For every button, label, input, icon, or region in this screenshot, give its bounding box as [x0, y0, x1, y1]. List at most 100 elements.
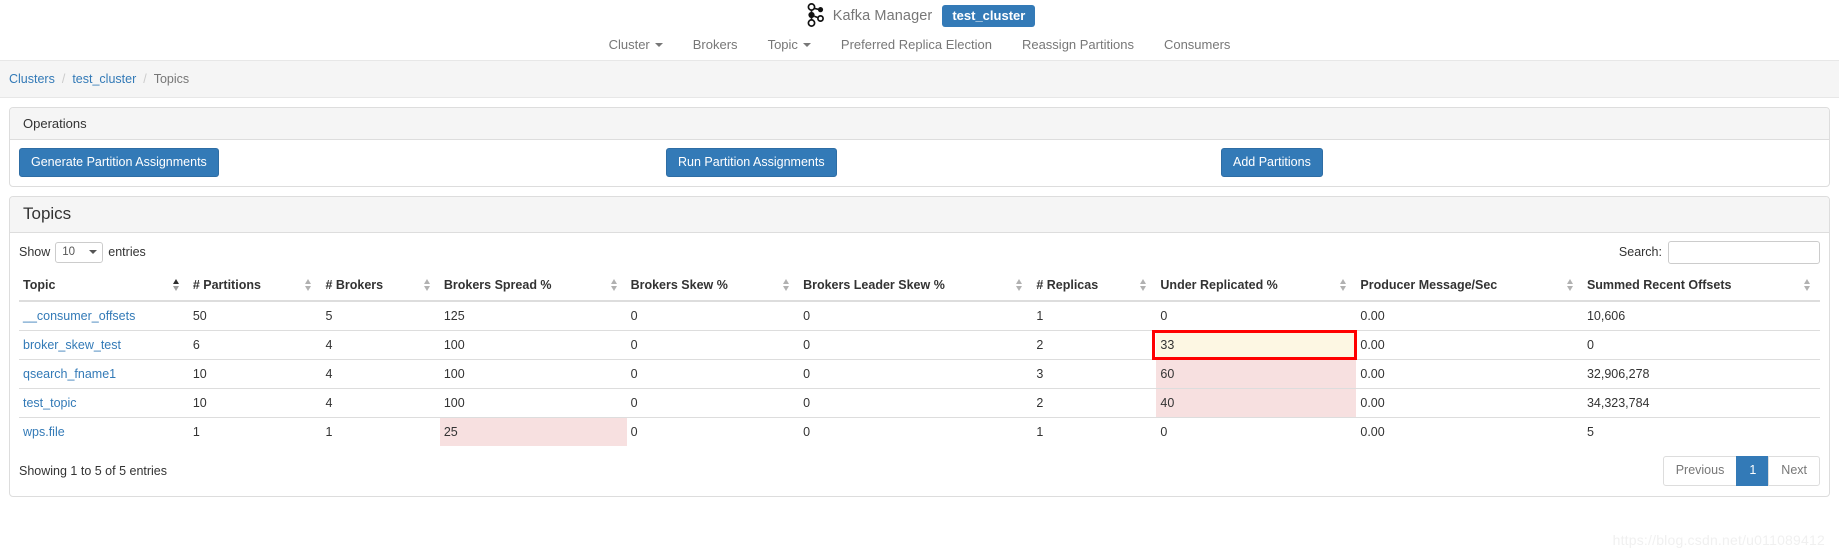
- cell-summed-recent-offsets: 10,606: [1586, 308, 1626, 323]
- nav-item-consumers[interactable]: Consumers: [1149, 33, 1245, 56]
- cell-brokers-leader-skew: 0: [799, 387, 1033, 418]
- chevron-down-icon: [802, 43, 811, 47]
- cell-partitions: 10: [188, 387, 322, 418]
- table-info-text: Showing 1 to 5 of 5 entries: [19, 463, 168, 478]
- cell-replicas: 1: [1036, 308, 1044, 323]
- topic-link[interactable]: qsearch_fname1: [23, 367, 116, 381]
- nav-item-cluster[interactable]: Cluster: [594, 33, 678, 56]
- topic-link[interactable]: test_topic: [23, 396, 77, 410]
- nav-label-topic: Topic: [767, 36, 798, 52]
- breadcrumb-item-clusters[interactable]: Clusters: [9, 72, 55, 86]
- column-header-brokers[interactable]: # Brokers: [321, 270, 440, 302]
- sort-icon: [423, 278, 432, 291]
- search-input[interactable]: [1668, 240, 1820, 264]
- cell-brokers-spread: 25: [439, 416, 627, 446]
- column-header-label: # Partitions: [192, 277, 261, 292]
- kafka-logo-icon: [804, 2, 826, 30]
- column-header-summed-recent-offsets[interactable]: Summed Recent Offsets: [1582, 270, 1820, 302]
- cell-replicas: 2: [1032, 329, 1157, 360]
- sort-icon: [610, 278, 619, 291]
- column-header-brokers-skew[interactable]: Brokers Skew %: [626, 270, 800, 302]
- column-header-label: Summed Recent Offsets: [1586, 277, 1732, 292]
- sort-ascending-icon: [172, 278, 181, 291]
- topics-table: Topic # Partitions # Brokers Brokers Spread…: [19, 270, 1820, 446]
- search-control: Search:: [1619, 240, 1820, 264]
- cell-producer-msg-sec: 0.00: [1356, 416, 1583, 446]
- column-header-replicas[interactable]: # Replicas: [1032, 270, 1157, 302]
- topics-table-container: Show 102550100 entries Search: Topic # Pa…: [10, 233, 1829, 496]
- run-partition-assignments-button[interactable]: Run Partition Assignments: [666, 147, 837, 178]
- brand-row: Kafka Manager test_cluster: [0, 0, 1839, 28]
- cell-partitions: 50: [192, 308, 207, 323]
- nav-item-topic[interactable]: Topic: [753, 33, 826, 56]
- nav-item-reassign-partitions[interactable]: Reassign Partitions: [1007, 33, 1149, 56]
- cell-replicas: 1: [1032, 416, 1157, 446]
- sort-icon: [1015, 278, 1024, 291]
- cell-producer-msg-sec: 0.00: [1356, 329, 1583, 360]
- breadcrumb-item-topics: Topics: [153, 72, 190, 86]
- sort-icon: [782, 278, 791, 291]
- add-partitions-button[interactable]: Add Partitions: [1221, 147, 1323, 178]
- page-length-select[interactable]: 102550100: [55, 241, 104, 263]
- column-header-producer-message-sec[interactable]: Producer Message/Sec: [1356, 270, 1583, 302]
- column-header-label: Topic: [23, 277, 56, 292]
- breadcrumb-separator: /: [143, 72, 147, 86]
- cell-brokers-spread: 100: [439, 358, 627, 389]
- cell-brokers-leader-skew: 0: [799, 358, 1033, 389]
- cell-brokers-spread: 100: [439, 329, 627, 360]
- column-header-partitions[interactable]: # Partitions: [188, 270, 322, 302]
- page-length-control: Show 102550100 entries: [19, 241, 146, 263]
- cell-partitions: 1: [188, 416, 322, 446]
- cell-topic: wps.file: [19, 416, 189, 446]
- topics-panel-title: Topics: [10, 197, 1829, 233]
- cell-brokers: 4: [321, 358, 440, 389]
- chevron-down-icon: [654, 43, 663, 47]
- cell-summed-recent-offsets: 5: [1582, 416, 1820, 446]
- column-header-brokers-spread[interactable]: Brokers Spread %: [439, 270, 627, 302]
- column-header-label: Producer Message/Sec: [1360, 277, 1498, 292]
- breadcrumb-item-test-cluster[interactable]: test_cluster: [72, 72, 136, 86]
- cell-brokers-skew: 0: [626, 358, 800, 389]
- column-header-brokers-leader-skew[interactable]: Brokers Leader Skew %: [799, 270, 1033, 302]
- cell-under-replicated: 0: [1156, 416, 1357, 446]
- brand-title[interactable]: Kafka Manager: [833, 8, 933, 24]
- sort-icon: [1339, 278, 1348, 291]
- cluster-badge[interactable]: test_cluster: [942, 5, 1036, 27]
- topic-link[interactable]: __consumer_offsets: [23, 309, 135, 323]
- cell-producer-msg-sec: 0.00: [1360, 308, 1385, 323]
- pagination-previous-button[interactable]: Previous: [1662, 455, 1738, 486]
- topic-link[interactable]: wps.file: [23, 425, 65, 439]
- table-row: __consumer_offsets 50 5 125 0 0 1 0 0.00 10,606: [19, 301, 1820, 331]
- entries-label: entries: [108, 245, 146, 260]
- pagination-next-button[interactable]: Next: [1768, 455, 1820, 486]
- cell-brokers-skew: 0: [630, 308, 638, 323]
- cell-under-replicated: 0: [1160, 308, 1168, 323]
- cell-brokers-leader-skew: 0: [799, 329, 1033, 360]
- generate-partition-assignments-button[interactable]: Generate Partition Assignments: [19, 147, 219, 178]
- cell-producer-msg-sec: 0.00: [1356, 358, 1583, 389]
- cell-partitions: 6: [188, 329, 322, 360]
- cell-brokers-spread: 100: [439, 387, 627, 418]
- topics-table-body: __consumer_offsets 50 5 125 0 0 1 0 0.00 10,606 br…: [19, 301, 1820, 446]
- cell-brokers-leader-skew: 0: [803, 308, 811, 323]
- nav-item-preferred-replica-election[interactable]: Preferred Replica Election: [826, 33, 1007, 56]
- watermark: https://blog.csdn.net/u011089412: [1612, 532, 1825, 548]
- sort-icon: [1566, 278, 1575, 291]
- breadcrumb: Clusters / test_cluster / Topics: [0, 61, 1839, 98]
- column-header-under-replicated[interactable]: Under Replicated %: [1156, 270, 1357, 302]
- column-header-topic[interactable]: Topic: [19, 270, 189, 302]
- sort-icon: [1803, 278, 1812, 291]
- pagination-page-1[interactable]: 1: [1736, 455, 1770, 486]
- table-row: broker_skew_test 6 4 100 0 0 2 33 0.00 0: [19, 329, 1820, 361]
- cell-brokers: 4: [321, 329, 440, 360]
- table-row: qsearch_fname1 10 4 100 0 0 3 60 0.00 32,906,278: [19, 358, 1820, 389]
- cell-under-replicated: 40: [1156, 387, 1357, 418]
- topic-link[interactable]: broker_skew_test: [23, 338, 121, 352]
- topics-table-head: Topic # Partitions # Brokers Brokers Spread…: [19, 270, 1820, 302]
- column-header-label: # Brokers: [325, 277, 384, 292]
- nav-label-preferred-replica-election: Preferred Replica Election: [840, 36, 992, 52]
- nav-item-brokers[interactable]: Brokers: [678, 33, 753, 56]
- cell-under-replicated-highlighted: 33: [1152, 329, 1358, 361]
- topics-panel: Topics Show 102550100 entries Search:: [9, 196, 1830, 497]
- nav-label-consumers: Consumers: [1163, 36, 1231, 52]
